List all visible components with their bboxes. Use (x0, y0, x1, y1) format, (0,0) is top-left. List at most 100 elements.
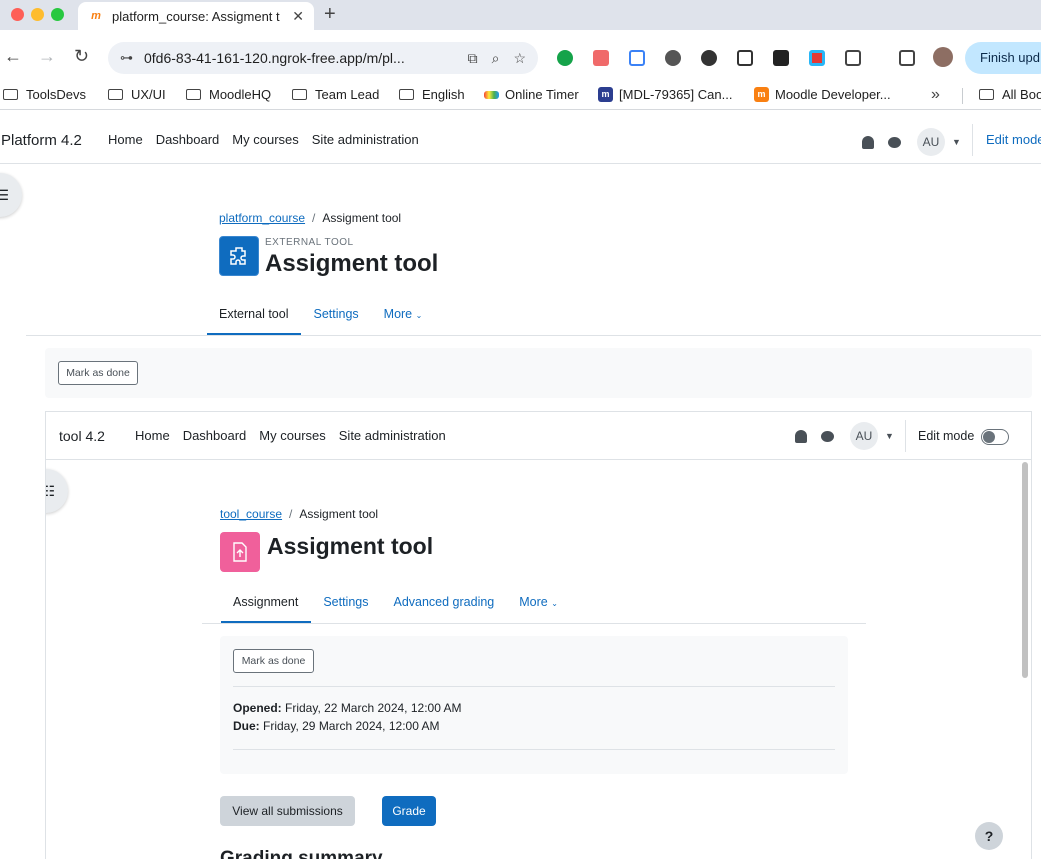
platform-menu-site-administration[interactable]: Site administration (312, 132, 419, 147)
moodle-tracker-favicon-icon: m (598, 87, 613, 102)
platform-menu-home[interactable]: Home (108, 132, 143, 147)
timer-favicon-icon (484, 90, 499, 99)
bookmark-folder-all[interactable]: All Boo (979, 87, 1041, 102)
folder-icon (399, 89, 414, 100)
bookmark-folder-moodlehq[interactable]: MoodleHQ (186, 87, 271, 102)
profile-avatar-icon[interactable] (933, 47, 953, 67)
tab-external-tool[interactable]: External tool (207, 295, 302, 335)
tab-title: platform_course: Assigment t (112, 8, 280, 24)
colorpicker-extension-icon[interactable] (809, 50, 825, 66)
folder-icon (3, 89, 18, 100)
side-panel-icon[interactable] (899, 50, 915, 66)
secondary-nav-divider (26, 335, 1041, 336)
breadcrumb-current: Assigment tool (299, 507, 379, 521)
chevron-down-icon[interactable]: ▼ (952, 137, 961, 147)
mark-as-done-button[interactable]: Mark as done (58, 361, 138, 385)
close-window-button[interactable] (11, 8, 24, 21)
recorder-extension-icon[interactable] (593, 50, 609, 66)
crop-extension-icon[interactable] (737, 50, 753, 66)
tool-course-index-toggle[interactable]: ☷ (46, 469, 68, 513)
tool-user-avatar[interactable]: AU (850, 422, 878, 450)
activity-divider (233, 749, 835, 750)
address-bar[interactable]: ⊶ 0fd6-83-41-161-120.ngrok-free.app/m/pl… (108, 42, 538, 74)
messages-chat-icon[interactable] (888, 136, 901, 148)
notifications-bell-icon[interactable] (795, 429, 807, 443)
tab-settings[interactable]: Settings (311, 583, 381, 623)
forward-icon[interactable]: → (38, 46, 56, 66)
bookmark-folder-toolsdevs[interactable]: ToolsDevs (3, 87, 86, 102)
maximize-window-button[interactable] (51, 8, 64, 21)
tab-settings[interactable]: Settings (301, 295, 371, 335)
chevron-down-icon[interactable]: ▼ (885, 431, 894, 441)
tab-advanced-grading[interactable]: Advanced grading (381, 583, 507, 623)
bookmark-online-timer[interactable]: Online Timer (484, 87, 579, 102)
tool-user-area: AU ▼ (795, 422, 894, 450)
bookmark-moodle-developer[interactable]: m Moodle Developer... (754, 87, 891, 102)
platform-navbar: Platform 4.2 Home Dashboard My courses S… (0, 116, 1041, 164)
puzzle-extensions-icon[interactable] (845, 50, 861, 66)
mark-as-done-button[interactable]: Mark as done (233, 649, 314, 673)
list-icon: ☷ (46, 483, 55, 500)
tab-more[interactable]: More ⌄ (372, 295, 436, 335)
close-tab-icon[interactable]: ✕ (292, 8, 304, 25)
url-text[interactable]: 0fd6-83-41-161-120.ngrok-free.app/m/pl..… (144, 50, 454, 66)
platform-primary-menu: Home Dashboard My courses Site administr… (108, 132, 432, 147)
reload-icon[interactable]: ↻ (74, 46, 89, 66)
site-settings-icon[interactable]: ⊶ (120, 50, 138, 66)
view-all-submissions-button[interactable]: View all submissions (220, 796, 355, 826)
bookmark-folder-teamlead[interactable]: Team Lead (292, 87, 379, 102)
bookmark-star-icon[interactable]: ☆ (513, 50, 526, 67)
translate-icon[interactable]: ⧉ (468, 50, 478, 67)
embedded-tool-frame[interactable]: tool 4.2 Home Dashboard My courses Site … (45, 411, 1032, 859)
moodle-favicon-icon: m (91, 10, 101, 22)
platform-menu-dashboard[interactable]: Dashboard (156, 132, 220, 147)
platform-user-avatar[interactable]: AU (917, 128, 945, 156)
tool-menu-dashboard[interactable]: Dashboard (183, 428, 247, 443)
notifications-bell-icon[interactable] (862, 135, 874, 149)
activity-dates: Opened: Friday, 22 March 2024, 12:00 AM … (233, 699, 462, 735)
platform-page-title: Assigment tool (265, 250, 439, 277)
frame-scrollbar[interactable] (1022, 462, 1028, 678)
breadcrumb-course-link[interactable]: platform_course (219, 211, 305, 225)
folder-icon (292, 89, 307, 100)
tool-secondary-nav: Assignment Settings Advanced grading Mor… (221, 583, 571, 623)
messages-chat-icon[interactable] (821, 430, 834, 442)
tool-menu-home[interactable]: Home (135, 428, 170, 443)
assignment-icon (220, 532, 260, 572)
platform-menu-my-courses[interactable]: My courses (232, 132, 298, 147)
finish-update-button[interactable]: Finish upd (965, 42, 1041, 74)
tool-brand[interactable]: tool 4.2 (59, 428, 105, 444)
minimize-window-button[interactable] (31, 8, 44, 21)
grammarly-extension-icon[interactable] (557, 50, 573, 66)
platform-edit-mode-label[interactable]: Edit mode (986, 132, 1041, 147)
tab-assignment[interactable]: Assignment (221, 583, 312, 623)
bookmarks-bar: ToolsDevs UX/UI MoodleHQ Team Lead Engli… (0, 82, 1041, 110)
folder-icon (979, 89, 994, 100)
breadcrumb-course-link[interactable]: tool_course (220, 507, 282, 521)
more-bookmarks-icon[interactable]: » (931, 86, 940, 104)
bookmark-mdl-tracker[interactable]: m [MDL-79365] Can... (598, 87, 732, 102)
tool-menu-my-courses[interactable]: My courses (259, 428, 325, 443)
new-tab-icon[interactable]: + (324, 4, 336, 24)
wordpress-extension-icon[interactable] (665, 50, 681, 66)
triangle-extension-icon[interactable] (629, 50, 645, 66)
help-button[interactable]: ? (975, 822, 1003, 850)
zoom-icon[interactable]: ⌕ (492, 50, 500, 67)
platform-brand[interactable]: Platform 4.2 (1, 132, 82, 149)
bookmark-folder-english[interactable]: English (399, 87, 465, 102)
platform-breadcrumb: platform_course / Assigment tool (219, 211, 402, 225)
tab-more[interactable]: More ⌄ (507, 583, 571, 623)
grade-button[interactable]: Grade (382, 796, 436, 826)
browser-tab[interactable]: m platform_course: Assigment t ✕ (78, 2, 314, 30)
edit-mode-toggle[interactable] (981, 429, 1009, 445)
bookmark-folder-uxui[interactable]: UX/UI (108, 87, 166, 102)
dark-extension-icon[interactable] (773, 50, 789, 66)
browser-tab-strip: m platform_course: Assigment t ✕ + (0, 0, 1041, 30)
breadcrumb-current: Assigment tool (322, 211, 402, 225)
back-icon[interactable]: ← (4, 46, 22, 66)
opened-date: Opened: Friday, 22 March 2024, 12:00 AM (233, 701, 462, 715)
secondary-nav-divider (202, 623, 866, 624)
gear-extension-icon[interactable] (701, 50, 717, 66)
platform-course-index-toggle[interactable]: ☰ (0, 173, 22, 217)
tool-menu-site-administration[interactable]: Site administration (339, 428, 446, 443)
